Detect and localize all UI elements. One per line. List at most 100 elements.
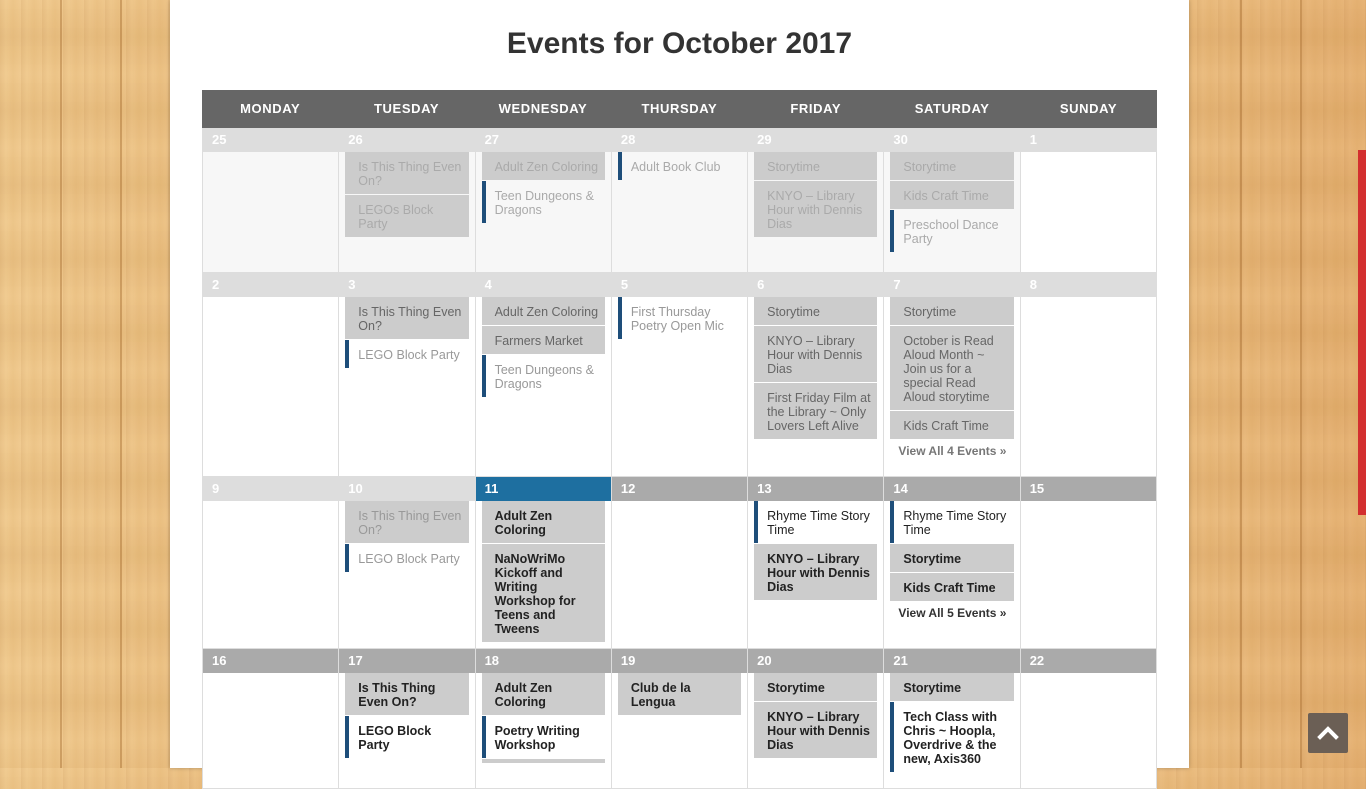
day-cell: 5 First Thursday Poetry Open Mic: [611, 273, 749, 477]
event-link[interactable]: Teen Dungeons & Dragons: [481, 355, 605, 397]
event-link[interactable]: Teen Dungeons & Dragons: [481, 181, 605, 223]
weekday-wednesday: WEDNESDAY: [498, 101, 588, 116]
day-number: 17: [339, 649, 475, 673]
day-cell: 17 Is This Thing Even On? LEGO Block Par…: [339, 649, 476, 789]
day-cell: 25: [203, 128, 340, 273]
event-link[interactable]: Rhyme Time Story Time: [754, 501, 877, 543]
day-cell: 7 Storytime October is Read Aloud Month …: [884, 273, 1021, 477]
day-number: 3: [339, 273, 475, 297]
event-link[interactable]: First Friday Film at the Library ~ Only …: [754, 383, 878, 439]
day-cell: 21 Storytime Tech Class with Chris ~ Hoo…: [884, 649, 1021, 789]
day-number: 20: [748, 649, 884, 673]
weekday-friday: FRIDAY: [790, 101, 842, 116]
event-link[interactable]: Storytime: [754, 297, 878, 325]
event-link[interactable]: Adult Zen Coloring: [481, 297, 605, 325]
day-number: 9: [203, 477, 339, 501]
day-number: 8: [1020, 273, 1156, 297]
event-link[interactable]: Is This Thing Even On?: [345, 297, 469, 339]
day-cell: 28 Adult Book Club: [611, 128, 749, 273]
event-link[interactable]: Storytime: [890, 673, 1014, 701]
day-cell: 6 Storytime KNYO – Library Hour with Den…: [748, 273, 885, 477]
scrollbar-thumb[interactable]: [1358, 150, 1366, 515]
event-link[interactable]: October is Read Aloud Month ~ Join us fo…: [890, 326, 1014, 410]
day-number: 5: [611, 273, 748, 297]
day-cell: 19 Club de la Lengua: [611, 649, 749, 789]
day-number: 13: [748, 477, 884, 501]
day-cell: 29 Storytime KNYO – Library Hour with De…: [748, 128, 885, 273]
wood-seam: [120, 0, 122, 768]
weekday-saturday: SATURDAY: [914, 101, 990, 116]
day-number: 28: [611, 128, 748, 152]
day-cell: 8: [1020, 273, 1157, 477]
day-cell: 20 Storytime KNYO – Library Hour with De…: [748, 649, 885, 789]
event-link[interactable]: Is This Thing Even On?: [345, 152, 469, 194]
chevron-up-icon: [1317, 726, 1339, 740]
weekday-monday: MONDAY: [240, 101, 301, 116]
day-number: 7: [884, 273, 1020, 297]
event-link[interactable]: Is This Thing Even On?: [345, 673, 469, 715]
event-link[interactable]: Adult Zen Coloring: [481, 501, 605, 543]
event-link[interactable]: Club de la Lengua: [617, 673, 742, 715]
event-link[interactable]: KNYO – Library Hour with Dennis Dias: [754, 702, 878, 758]
day-cell: 30 Storytime Kids Craft Time Preschool D…: [884, 128, 1021, 273]
event-link[interactable]: LEGO Block Party: [345, 544, 468, 572]
day-number: 10: [339, 477, 475, 501]
day-cell: 22: [1020, 649, 1157, 789]
wood-seam: [1240, 0, 1242, 768]
event-link[interactable]: Farmers Market: [481, 326, 605, 354]
event-link[interactable]: LEGO Block Party: [345, 340, 468, 368]
calendar-week: 16 17 Is This Thing Even On? LEGO Block …: [202, 649, 1157, 789]
event-link[interactable]: Adult Book Club: [617, 152, 741, 180]
day-number: 1: [1020, 128, 1156, 152]
event-link[interactable]: NaNoWriMo Kickoff and Writing Workshop f…: [481, 544, 605, 642]
event-link[interactable]: Rhyme Time Story Time: [890, 501, 1013, 543]
event-link[interactable]: LEGO Block Party: [345, 716, 468, 758]
weekday-header: MONDAY TUESDAY WEDNESDAY THURSDAY FRIDAY…: [202, 90, 1157, 128]
event-link[interactable]: Poetry Writing Workshop: [481, 716, 605, 758]
view-all-events-link[interactable]: View All 4 Events »: [890, 440, 1013, 458]
day-cell: 12: [611, 477, 749, 649]
event-link[interactable]: Preschool Dance Party: [890, 210, 1013, 252]
event-link[interactable]: Kids Craft Time: [890, 573, 1014, 601]
day-cell: 26 Is This Thing Even On? LEGOs Block Pa…: [339, 128, 476, 273]
event-link[interactable]: Storytime: [754, 152, 878, 180]
event-link[interactable]: Adult Zen Coloring: [481, 152, 605, 180]
page-title: Events for October 2017: [506, 27, 853, 60]
day-number: 16: [203, 649, 339, 673]
day-cell: 18 Adult Zen Coloring Poetry Writing Wor…: [475, 649, 612, 789]
day-cell: 27 Adult Zen Coloring Teen Dungeons & Dr…: [475, 128, 612, 273]
event-link[interactable]: First Thursday Poetry Open Mic: [617, 297, 741, 339]
event-link[interactable]: Tech Class with Chris ~ Hoopla, Overdriv…: [890, 702, 1013, 772]
event-link[interactable]: KNYO – Library Hour with Dennis Dias: [754, 544, 878, 600]
event-link[interactable]: [481, 759, 605, 763]
day-cell: 9: [203, 477, 340, 649]
event-link[interactable]: Adult Zen Coloring: [481, 673, 605, 715]
view-all-events-link[interactable]: View All 5 Events »: [890, 602, 1013, 620]
event-link[interactable]: Storytime: [890, 544, 1014, 572]
event-link[interactable]: Is This Thing Even On?: [345, 501, 469, 543]
day-number: 12: [611, 477, 748, 501]
day-cell: 11 Adult Zen Coloring NaNoWriMo Kickoff …: [475, 477, 612, 649]
event-link[interactable]: KNYO – Library Hour with Dennis Dias: [754, 181, 878, 237]
month-calendar: MONDAY TUESDAY WEDNESDAY THURSDAY FRIDAY…: [202, 90, 1157, 789]
event-link[interactable]: KNYO – Library Hour with Dennis Dias: [754, 326, 878, 382]
content-page: Events for October 2017 MONDAY TUESDAY W…: [170, 0, 1189, 789]
event-link[interactable]: Storytime: [754, 673, 878, 701]
calendar-week: 25 26 Is This Thing Even On? LEGOs Block…: [202, 128, 1157, 273]
day-number: 4: [475, 273, 611, 297]
weekday-sunday: SUNDAY: [1059, 101, 1118, 116]
day-number: 14: [884, 477, 1020, 501]
back-to-top-button[interactable]: [1308, 713, 1348, 753]
event-link[interactable]: LEGOs Block Party: [345, 195, 469, 237]
event-link[interactable]: Kids Craft Time: [890, 181, 1014, 209]
day-number-today: 11: [475, 477, 611, 501]
day-number: 19: [611, 649, 748, 673]
day-number: 15: [1020, 477, 1156, 501]
day-number: 21: [884, 649, 1020, 673]
event-link[interactable]: Storytime: [890, 152, 1014, 180]
day-cell: 14 Rhyme Time Story Time Storytime Kids …: [884, 477, 1021, 649]
weekday-tuesday: TUESDAY: [374, 101, 440, 116]
event-link[interactable]: Storytime: [890, 297, 1014, 325]
event-link[interactable]: Kids Craft Time: [890, 411, 1014, 439]
day-number: 25: [203, 128, 339, 152]
